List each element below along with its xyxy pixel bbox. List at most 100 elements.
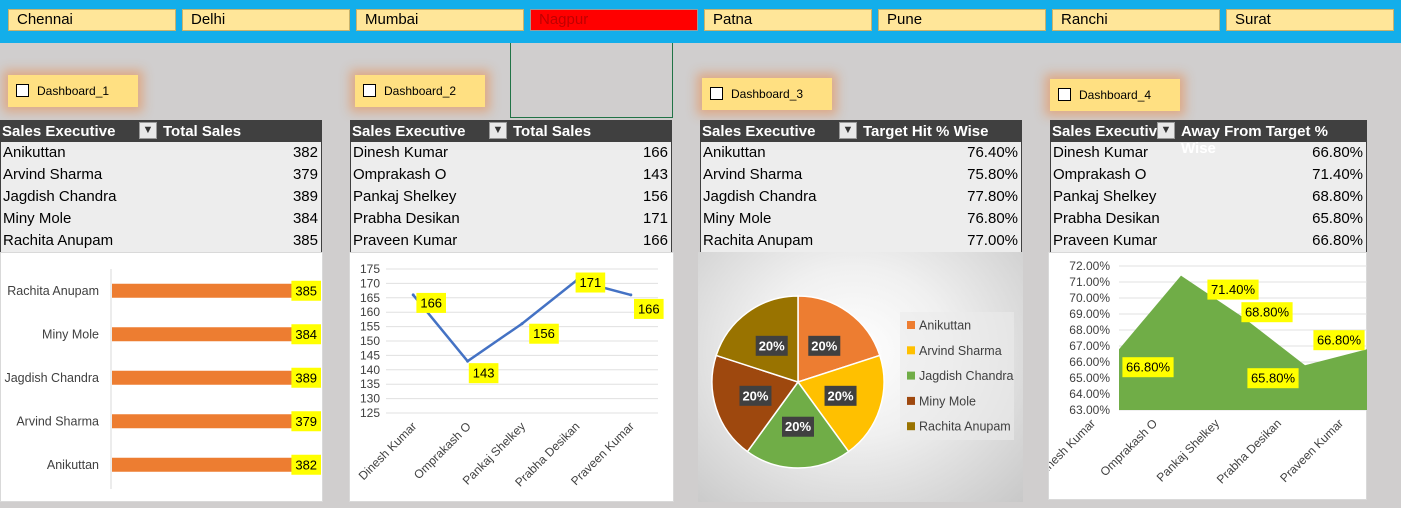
column-header-value: Total Sales: [163, 123, 242, 140]
area-data-label: 65.80%: [1251, 371, 1296, 386]
checkbox-label: Dashboard_1: [37, 84, 110, 98]
area-y-tick-label: 68.00%: [1069, 323, 1110, 337]
row-value: 75.80%: [967, 166, 1018, 183]
table-row[interactable]: Anikuttan 382: [1, 142, 321, 164]
row-name: Miny Mole: [3, 210, 72, 227]
slicer-item-surat[interactable]: Surat: [1226, 9, 1394, 31]
area-y-tick-label: 65.00%: [1069, 371, 1110, 385]
table-row[interactable]: Jagdish Chandra 389: [1, 186, 321, 208]
filter-icon[interactable]: ▼: [839, 122, 857, 139]
filter-icon[interactable]: ▼: [139, 122, 157, 139]
table-row[interactable]: Miny Mole 384: [1, 208, 321, 230]
checkbox-label: Dashboard_2: [384, 84, 457, 98]
row-value: 385: [292, 232, 318, 249]
pie-data-label: 20%: [785, 419, 811, 434]
legend-swatch: [907, 321, 915, 329]
row-value: 66.80%: [1312, 232, 1363, 249]
area-x-tick-label: Omprakash O: [1097, 416, 1160, 479]
legend-label: Arvind Sharma: [919, 344, 1002, 358]
dashboard-2-checkbox[interactable]: Dashboard_2: [355, 75, 485, 107]
row-name: Omprakash O: [1053, 166, 1147, 183]
line-point: [466, 359, 470, 363]
row-value: 76.40%: [967, 144, 1018, 161]
row-name: Anikuttan: [3, 144, 66, 161]
legend-swatch: [907, 422, 915, 431]
bar-category-label: Arvind Sharma: [16, 414, 99, 428]
bar-chart-total-sales[interactable]: Rachita Anupam 385 Miny Mole 384 Jagdish Cha…: [0, 252, 323, 502]
table-row[interactable]: Arvind Sharma 379: [1, 164, 321, 186]
slicer-item-pune[interactable]: Pune: [878, 9, 1046, 31]
table-row[interactable]: Omprakash O 71.40%: [1051, 164, 1366, 186]
table-row[interactable]: Omprakash O 143: [351, 164, 671, 186]
table-row[interactable]: Pankaj Shelkey 156: [351, 186, 671, 208]
table-row[interactable]: Dinesh Kumar 66.80%: [1051, 142, 1366, 164]
table-row[interactable]: Rachita Anupam 385: [1, 230, 321, 252]
line-y-tick-label: 135: [360, 377, 380, 391]
bar-data-label: 379: [295, 414, 317, 429]
dashboard-1-checkbox[interactable]: Dashboard_1: [8, 75, 138, 107]
column-header-sales-executive: Sales Executive: [1052, 123, 1166, 140]
filter-icon[interactable]: ▼: [1157, 122, 1175, 139]
filter-icon[interactable]: ▼: [489, 122, 507, 139]
line-y-tick-label: 140: [360, 363, 380, 377]
bar-data-label: 389: [295, 370, 317, 385]
pivot-table-2: Sales Executive ▼ Total Sales Dinesh Kum…: [350, 120, 672, 253]
dashboard-3-checkbox[interactable]: Dashboard_3: [702, 78, 832, 110]
row-value: 156: [642, 188, 668, 205]
area-data-label: 66.80%: [1126, 360, 1171, 375]
line-y-tick-label: 145: [360, 348, 380, 362]
selected-cell-border[interactable]: [510, 43, 673, 118]
legend-swatch: [907, 396, 915, 405]
area-data-label: 71.40%: [1211, 282, 1256, 297]
line-data-label: 166: [638, 301, 660, 316]
slicer-item-ranchi[interactable]: Ranchi: [1052, 9, 1220, 31]
row-value: 77.00%: [967, 232, 1018, 249]
table-row[interactable]: Anikuttan 76.40%: [701, 142, 1021, 164]
legend-label: Anikuttan: [919, 319, 971, 333]
table-row[interactable]: Praveen Kumar 166: [351, 230, 671, 252]
row-name: Pankaj Shelkey: [353, 188, 457, 205]
checkbox-label: Dashboard_4: [1079, 88, 1152, 102]
row-name: Dinesh Kumar: [353, 144, 449, 161]
line-chart-total-sales[interactable]: 175 170 165 160 155 150 145 140 135 130 125 166 Dine…: [349, 252, 674, 502]
line-y-tick-label: 125: [360, 406, 380, 420]
slicer-item-delhi[interactable]: Delhi: [182, 9, 350, 31]
slicer-item-patna[interactable]: Patna: [704, 9, 872, 31]
table-row[interactable]: Prabha Desikan 171: [351, 208, 671, 230]
row-value: 382: [292, 144, 318, 161]
table-row[interactable]: Rachita Anupam 77.00%: [701, 230, 1021, 252]
line-point: [520, 322, 524, 326]
column-header-sales-executive: Sales Executive: [702, 123, 816, 140]
checkbox-icon: [363, 84, 376, 98]
table-row[interactable]: Dinesh Kumar 166: [351, 142, 671, 164]
row-name: Pankaj Shelkey: [1053, 188, 1157, 205]
area-y-tick-label: 70.00%: [1069, 291, 1110, 305]
row-name: Miny Mole: [703, 210, 772, 227]
bar-data-label: 382: [295, 457, 317, 472]
line-y-tick-label: 155: [360, 320, 380, 334]
area-y-tick-label: 64.00%: [1069, 387, 1110, 401]
pie-chart-target-hit[interactable]: 20% 20% 20% 20% 20% Anikuttan Arvind Sharma Jag…: [698, 252, 1023, 502]
bar-category-label: Anikuttan: [47, 458, 99, 472]
table-row[interactable]: Miny Mole 76.80%: [701, 208, 1021, 230]
table-row[interactable]: Prabha Desikan 65.80%: [1051, 208, 1366, 230]
table-row[interactable]: Praveen Kumar 66.80%: [1051, 230, 1366, 252]
pivot-header: Sales Executive ▼ Total Sales: [0, 120, 322, 142]
bar-mark: [112, 327, 317, 342]
area-chart-away-from-target[interactable]: 72.00% 71.00% 70.00% 69.00% 68.00% 67.00% 66.0…: [1048, 252, 1367, 500]
table-row[interactable]: Jagdish Chandra 77.80%: [701, 186, 1021, 208]
slicer-item-mumbai[interactable]: Mumbai: [356, 9, 524, 31]
dashboard-4-checkbox[interactable]: Dashboard_4: [1050, 79, 1180, 111]
slicer-item-chennai[interactable]: Chennai: [8, 9, 176, 31]
row-name: Praveen Kumar: [1053, 232, 1158, 249]
bar-chart-svg: Rachita Anupam 385 Miny Mole 384 Jagdish Cha…: [4, 269, 321, 489]
slicer-item-nagpur[interactable]: Nagpur: [530, 9, 698, 31]
area-x-tick-label: Praveen Kumar: [1277, 416, 1346, 485]
bar-mark: [112, 414, 314, 429]
city-slicer: Chennai Delhi Mumbai Nagpur Patna Pune R…: [0, 0, 1401, 43]
row-name: Jagdish Chandra: [703, 188, 817, 205]
table-row[interactable]: Pankaj Shelkey 68.80%: [1051, 186, 1366, 208]
row-value: 166: [642, 232, 668, 249]
area-y-tick-label: 67.00%: [1069, 339, 1110, 353]
table-row[interactable]: Arvind Sharma 75.80%: [701, 164, 1021, 186]
